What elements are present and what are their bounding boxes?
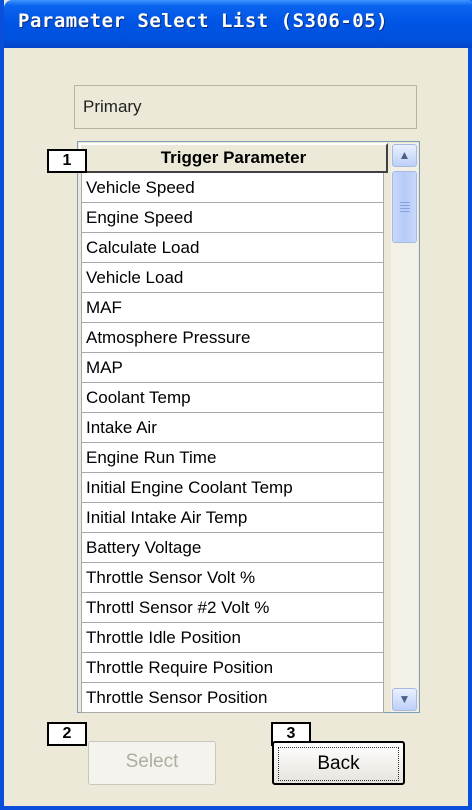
column-header-trigger-parameter[interactable]: Trigger Parameter — [79, 143, 388, 173]
back-button-label: Back — [278, 747, 399, 781]
list-item[interactable]: Initial Intake Air Temp — [81, 503, 384, 533]
title-bar[interactable]: Parameter Select List (S306-05) — [4, 0, 472, 48]
primary-field: Primary — [74, 85, 417, 129]
grip-line — [400, 202, 410, 203]
scrollbar-thumb[interactable] — [392, 171, 417, 243]
callout-2: 2 — [47, 722, 87, 746]
list-rows: Vehicle Speed Engine Speed Calculate Load V… — [81, 173, 384, 713]
list-item[interactable]: Battery Voltage — [81, 533, 384, 563]
select-button[interactable]: Select — [88, 741, 216, 785]
list-item[interactable]: Throttle Sensor Position — [81, 683, 384, 713]
window-title: Parameter Select List (S306-05) — [18, 10, 389, 32]
grip-line — [400, 211, 410, 212]
list-item[interactable]: Engine Run Time — [81, 443, 384, 473]
parameter-select-window: Parameter Select List (S306-05) Primary … — [0, 0, 472, 810]
list-item[interactable]: Intake Air — [81, 413, 384, 443]
list-item[interactable]: Vehicle Speed — [81, 173, 384, 203]
list-item[interactable]: MAF — [81, 293, 384, 323]
chevron-down-icon: ▼ — [398, 692, 411, 706]
vertical-scrollbar[interactable]: ▲ ▼ — [391, 143, 418, 712]
chevron-up-icon: ▲ — [398, 148, 411, 162]
trigger-parameter-list: Trigger Parameter Vehicle Speed Engine Sp… — [77, 141, 420, 713]
scroll-up-button[interactable]: ▲ — [392, 144, 417, 167]
list-item[interactable]: Throttle Idle Position — [81, 623, 384, 653]
list-item[interactable]: Throttl Sensor #2 Volt % — [81, 593, 384, 623]
list-item[interactable]: Initial Engine Coolant Temp — [81, 473, 384, 503]
list-item[interactable]: Throttle Require Position — [81, 653, 384, 683]
list-item[interactable]: Atmosphere Pressure — [81, 323, 384, 353]
list-item[interactable]: Calculate Load — [81, 233, 384, 263]
callout-1: 1 — [47, 149, 87, 173]
back-button[interactable]: Back — [272, 741, 405, 785]
list-item[interactable]: MAP — [81, 353, 384, 383]
list-item[interactable]: Vehicle Load — [81, 263, 384, 293]
list-item[interactable]: Throttle Sensor Volt % — [81, 563, 384, 593]
grip-line — [400, 205, 410, 206]
list-item[interactable]: Coolant Temp — [81, 383, 384, 413]
grip-line — [400, 208, 410, 209]
list-item[interactable]: Engine Speed — [81, 203, 384, 233]
primary-label: Primary — [83, 97, 142, 116]
scroll-down-button[interactable]: ▼ — [392, 688, 417, 711]
